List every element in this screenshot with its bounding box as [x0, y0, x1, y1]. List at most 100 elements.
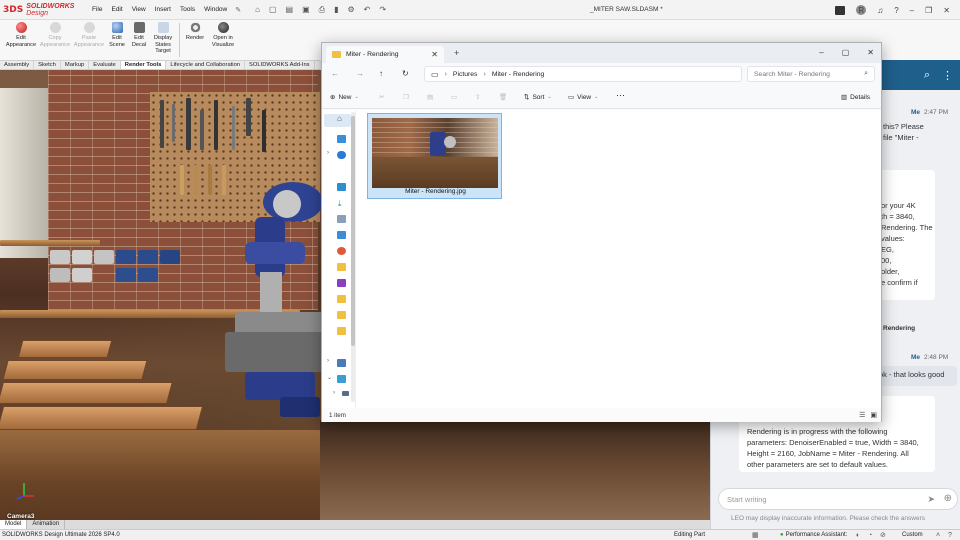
tab-assembly[interactable]: Assembly	[0, 61, 35, 69]
tiles-view-icon[interactable]: ▣	[870, 411, 877, 419]
tab-sketch[interactable]: Sketch	[34, 61, 61, 69]
up-icon[interactable]: ↑	[379, 69, 383, 78]
new-button[interactable]: ⊕ New ⌄	[330, 93, 359, 102]
restore-icon[interactable]: ❐	[925, 6, 932, 15]
status-indicator-icon[interactable]: ◔	[868, 532, 872, 539]
details-button[interactable]: ▥ Details	[841, 93, 870, 102]
pictures-icon[interactable]	[337, 231, 346, 239]
terminal-icon[interactable]: ›	[835, 5, 846, 15]
view-button[interactable]: ▭ View ⌄	[568, 93, 598, 102]
chevron-right-icon[interactable]: ›	[327, 358, 329, 364]
sort-button[interactable]: ⇅ Sort ⌄	[524, 93, 552, 102]
menu-edit[interactable]: Edit	[111, 6, 122, 13]
maximize-icon[interactable]: ▢	[842, 48, 850, 57]
globe-icon[interactable]: ⊕	[944, 493, 952, 504]
menu-file[interactable]: File	[92, 6, 102, 13]
breadcrumb-pictures[interactable]: Pictures	[453, 71, 478, 78]
tab-evaluate[interactable]: Evaluate	[89, 61, 121, 69]
drive-icon[interactable]	[342, 391, 349, 396]
chevron-down-icon[interactable]: ⌄	[327, 374, 332, 381]
paste-icon[interactable]: ▤	[427, 93, 433, 101]
share-icon[interactable]: ⇪	[475, 93, 480, 101]
close-tab-icon[interactable]: ✕	[431, 50, 438, 59]
delete-icon[interactable]: 🗑	[499, 93, 507, 101]
tab-lifecycle-and-collaboration[interactable]: Lifecycle and Collaboration	[166, 61, 246, 69]
downloads-icon[interactable]: ⤓	[338, 199, 347, 208]
save-icon[interactable]: ▣	[302, 5, 310, 14]
close-icon[interactable]: ✕	[943, 6, 950, 15]
home-icon[interactable]: ⌂	[337, 114, 342, 123]
tab-animation[interactable]: Animation	[27, 520, 66, 529]
solidworks-logo[interactable]: 3DS SOLIDWORKS Design	[0, 3, 84, 17]
details-view-icon[interactable]: ☰	[859, 411, 865, 419]
redo-icon[interactable]: ↷	[379, 5, 386, 14]
gallery-icon[interactable]	[337, 135, 346, 143]
folder-icon[interactable]	[337, 263, 346, 271]
menu-insert[interactable]: Insert	[155, 6, 171, 13]
tab-markup[interactable]: Markup	[61, 61, 90, 69]
more-options-icon[interactable]: ⋯	[616, 90, 625, 101]
copy-icon[interactable]: ❐	[403, 93, 409, 101]
help-icon[interactable]: ?	[894, 6, 898, 15]
edit-appearance-button[interactable]: Edit Appearance	[4, 20, 38, 48]
minimize-icon[interactable]: –	[910, 6, 914, 15]
navigation-scrollbar[interactable]	[351, 112, 355, 402]
edit-scene-button[interactable]: Edit Scene	[106, 20, 128, 48]
options-icon[interactable]: ⚙	[347, 5, 354, 14]
documents-icon[interactable]	[337, 215, 346, 223]
tab-solidworks-add-ins[interactable]: SOLIDWORKS Add-Ins	[245, 61, 315, 69]
music-icon[interactable]	[337, 247, 346, 255]
open-in-visualize-button[interactable]: Open in Visualize	[207, 20, 239, 48]
new-tab-icon[interactable]: +	[454, 48, 459, 58]
edit-decal-button[interactable]: Edit Decal	[128, 20, 150, 48]
folder-icon[interactable]	[337, 295, 346, 303]
notification-icon[interactable]: ⊘	[880, 531, 886, 539]
new-document-icon[interactable]: ▢	[269, 5, 277, 14]
more-options-icon[interactable]: ⋮	[942, 69, 953, 82]
tab-render-tools[interactable]: Render Tools	[120, 61, 167, 69]
rebuild-icon[interactable]: ▮	[334, 5, 338, 14]
refresh-icon[interactable]: ↻	[402, 69, 409, 78]
performance-assistant[interactable]: ● Performance Assistant:	[780, 532, 847, 538]
minimize-icon[interactable]: –	[819, 48, 823, 57]
speed-icon[interactable]: ◐	[856, 532, 860, 539]
help-icon[interactable]: ?	[948, 532, 952, 539]
onedrive-icon[interactable]	[337, 151, 346, 159]
network-drive-icon[interactable]	[337, 375, 346, 383]
desktop-icon[interactable]	[337, 183, 346, 191]
print-icon[interactable]: ⎙	[319, 5, 325, 15]
scrollbar-thumb[interactable]	[351, 116, 355, 346]
pin-icon[interactable]: ✎	[235, 6, 241, 14]
file-tile-selected[interactable]: Miter - Rendering.jpg	[367, 113, 502, 199]
folder-icon[interactable]	[337, 327, 346, 335]
miter-saw-model[interactable]	[205, 182, 325, 432]
chat-input[interactable]: Start writing ➤ ⊕	[718, 488, 958, 510]
rename-icon[interactable]: ▭	[451, 93, 457, 101]
breadcrumb-current[interactable]: Miter - Rendering	[492, 71, 545, 78]
forward-icon[interactable]: →	[356, 69, 364, 78]
menu-tools[interactable]: Tools	[180, 6, 195, 13]
folder-icon[interactable]	[337, 311, 346, 319]
send-icon[interactable]: ➤	[927, 494, 935, 505]
home-icon[interactable]: ⌂	[255, 5, 260, 14]
this-pc-icon[interactable]	[337, 359, 346, 367]
menu-view[interactable]: View	[132, 6, 146, 13]
display-states-target-button[interactable]: Display States Target	[150, 20, 176, 55]
chevron-right-icon[interactable]: ›	[333, 390, 335, 396]
undo-icon[interactable]: ↶	[364, 5, 371, 14]
chevron-up-icon[interactable]: ˄	[936, 532, 940, 539]
paste-appearance-button[interactable]: Paste Appearance	[72, 20, 106, 48]
close-icon[interactable]: ✕	[867, 48, 874, 57]
back-icon[interactable]: ←	[331, 69, 339, 78]
menu-window[interactable]: Window	[204, 6, 227, 13]
bell-icon[interactable]: ♫	[877, 6, 883, 15]
chevron-right-icon[interactable]: ›	[327, 150, 329, 156]
search-input[interactable]: Search Miter - Rendering ⌕	[747, 66, 875, 82]
units-selector[interactable]: Custom	[902, 532, 923, 538]
address-bar[interactable]: ▭ › Pictures › Miter - Rendering	[424, 66, 742, 82]
avatar[interactable]: R	[856, 5, 867, 15]
rebuild-status-icon[interactable]: ▦	[752, 531, 759, 539]
cut-icon[interactable]: ✂	[379, 93, 384, 101]
explorer-tab[interactable]: Miter - Rendering ✕	[326, 46, 444, 63]
tab-model[interactable]: Model	[0, 520, 28, 529]
